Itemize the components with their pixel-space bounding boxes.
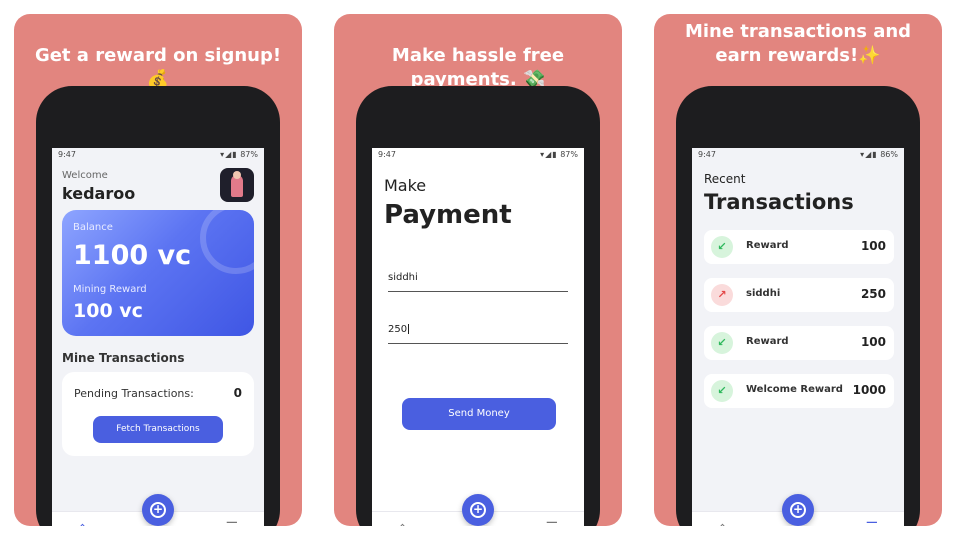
bottom-nav: ⌂ + ☰ bbox=[372, 494, 584, 526]
phone-frame: 9:47 ▾◢▮ 87% Welcome kedaroo Balance 110… bbox=[36, 86, 280, 526]
recipient-field[interactable]: siddhi bbox=[388, 272, 568, 292]
transaction-amount: 100 bbox=[860, 239, 886, 253]
home-icon[interactable]: ⌂ bbox=[718, 520, 727, 526]
text-cursor bbox=[408, 324, 410, 334]
mine-transactions-title: Mine Transactions bbox=[62, 351, 185, 365]
plus-circle-icon: + bbox=[470, 502, 486, 518]
plus-circle-icon: + bbox=[150, 502, 166, 518]
payment-heading-small: Make bbox=[384, 176, 427, 195]
transaction-name: Welcome Reward bbox=[746, 384, 843, 395]
avatar[interactable] bbox=[220, 168, 254, 202]
transactions-heading-small: Recent bbox=[704, 172, 746, 186]
promo-panel-signup: Get a reward on signup! 💰 9:47 ▾◢▮ 87% W… bbox=[14, 14, 302, 526]
balance-card: Balance 1100 vc Mining Reward 100 vc bbox=[62, 210, 254, 336]
balance-label: Balance bbox=[73, 222, 113, 233]
promo-panel-payments: Make hassle free payments. 💸 9:47 ▾◢▮ 87… bbox=[334, 14, 622, 526]
status-bar: 9:47 ▾◢▮ 87% bbox=[52, 148, 264, 162]
pending-card: Pending Transactions: 0 Fetch Transactio… bbox=[62, 372, 254, 456]
payment-heading-large: Payment bbox=[384, 200, 512, 230]
recipient-value: siddhi bbox=[388, 272, 418, 283]
phone-frame: 9:47 ▾◢▮ 87% Make Payment siddhi 250 Sen… bbox=[356, 86, 600, 526]
send-money-button[interactable]: Send Money bbox=[402, 398, 556, 430]
transaction-amount: 100 bbox=[860, 335, 886, 349]
bottom-nav: ⌂ + ☰ bbox=[52, 494, 264, 526]
transaction-name: siddhi bbox=[746, 288, 781, 299]
transaction-row[interactable]: ↗ siddhi 250 bbox=[704, 278, 894, 312]
add-button[interactable]: + bbox=[142, 494, 174, 526]
balance-value: 1100 vc bbox=[73, 240, 192, 271]
transaction-amount: 250 bbox=[860, 287, 886, 301]
battery-level: 86% bbox=[880, 150, 898, 159]
receipt-icon[interactable]: ☰ bbox=[865, 520, 878, 526]
transaction-amount: 1000 bbox=[852, 383, 886, 397]
promo-panel-mining: Mine transactions and earn rewards!✨ 9:4… bbox=[654, 14, 942, 526]
arrow-down-left-icon: ↙ bbox=[711, 332, 733, 354]
status-time: 9:47 bbox=[378, 150, 396, 159]
add-button[interactable]: + bbox=[782, 494, 814, 526]
panel-headline: Get a reward on signup! 💰 bbox=[34, 45, 282, 90]
arrow-up-right-icon: ↗ bbox=[711, 284, 733, 306]
decorative-ring bbox=[200, 210, 254, 274]
status-time: 9:47 bbox=[698, 150, 716, 159]
username: kedaroo bbox=[62, 184, 136, 203]
fetch-transactions-button[interactable]: Fetch Transactions bbox=[93, 416, 223, 443]
amount-field[interactable]: 250 bbox=[388, 324, 568, 344]
signal-icon: ▾◢▮ bbox=[860, 150, 878, 159]
avatar-head bbox=[233, 171, 241, 179]
transactions-heading-large: Transactions bbox=[704, 190, 854, 214]
plus-circle-icon: + bbox=[790, 502, 806, 518]
transaction-row[interactable]: ↙ Reward 100 bbox=[704, 230, 894, 264]
amount-value: 250 bbox=[388, 324, 408, 335]
home-icon[interactable]: ⌂ bbox=[78, 520, 87, 526]
status-bar: 9:47 ▾◢▮ 87% bbox=[372, 148, 584, 162]
battery-level: 87% bbox=[240, 150, 258, 159]
mining-reward-label: Mining Reward bbox=[73, 284, 147, 295]
home-screen: 9:47 ▾◢▮ 87% Welcome kedaroo Balance 110… bbox=[52, 148, 264, 526]
welcome-label: Welcome bbox=[62, 170, 108, 181]
mining-reward-value: 100 vc bbox=[73, 300, 143, 322]
transaction-name: Reward bbox=[746, 336, 789, 347]
transaction-row[interactable]: ↙ Welcome Reward 1000 bbox=[704, 374, 894, 408]
pending-count: 0 bbox=[233, 386, 242, 400]
phone-frame: 9:47 ▾◢▮ 86% Recent Transactions ↙ Rewar… bbox=[676, 86, 920, 526]
add-button[interactable]: + bbox=[462, 494, 494, 526]
panel-headline: Make hassle free payments. 💸 bbox=[391, 45, 565, 90]
transactions-screen: 9:47 ▾◢▮ 86% Recent Transactions ↙ Rewar… bbox=[692, 148, 904, 526]
status-time: 9:47 bbox=[58, 150, 76, 159]
battery-level: 87% bbox=[560, 150, 578, 159]
receipt-icon[interactable]: ☰ bbox=[545, 520, 558, 526]
transaction-row[interactable]: ↙ Reward 100 bbox=[704, 326, 894, 360]
panel-headline: Mine transactions and earn rewards!✨ bbox=[684, 21, 912, 66]
arrow-down-left-icon: ↙ bbox=[711, 236, 733, 258]
signal-icon: ▾◢▮ bbox=[220, 150, 238, 159]
pending-label: Pending Transactions: bbox=[74, 387, 194, 400]
status-bar: 9:47 ▾◢▮ 86% bbox=[692, 148, 904, 162]
transaction-name: Reward bbox=[746, 240, 789, 251]
receipt-icon[interactable]: ☰ bbox=[225, 520, 238, 526]
home-icon[interactable]: ⌂ bbox=[398, 520, 407, 526]
payment-screen: 9:47 ▾◢▮ 87% Make Payment siddhi 250 Sen… bbox=[372, 148, 584, 526]
arrow-down-left-icon: ↙ bbox=[711, 380, 733, 402]
signal-icon: ▾◢▮ bbox=[540, 150, 558, 159]
bottom-nav: ⌂ + ☰ bbox=[692, 494, 904, 526]
